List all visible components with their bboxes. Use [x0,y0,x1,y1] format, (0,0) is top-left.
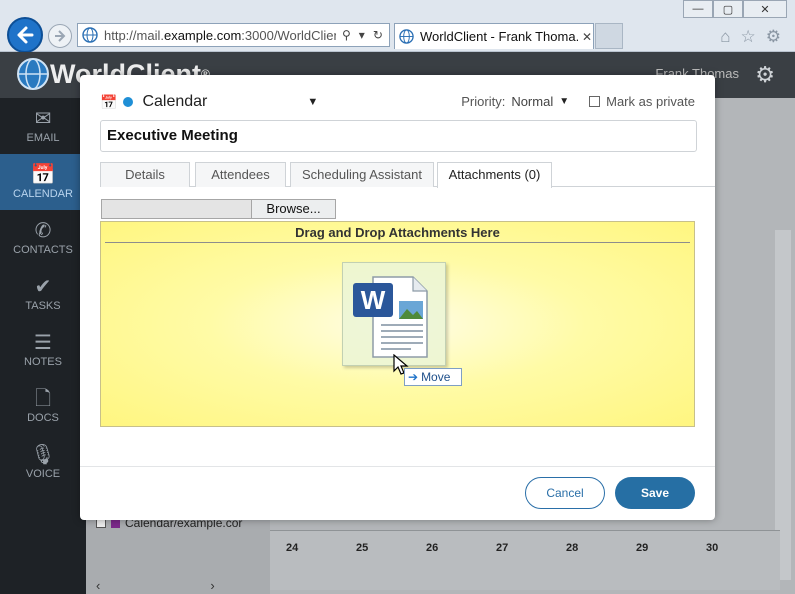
dropdown-icon[interactable]: ▾ [359,28,365,42]
calendar-week-row [270,530,780,590]
priority-select[interactable]: Normal [511,94,553,109]
private-label: Mark as private [606,94,695,109]
calendar-icon: 📅 [30,164,56,186]
move-tooltip: ➔ Move [404,368,462,386]
logo-globe-icon [17,58,49,90]
tab-details[interactable]: Details [100,162,190,187]
file-upload: Browse... [101,199,336,219]
private-checkbox[interactable] [589,96,601,107]
browse-button[interactable]: Browse... [252,199,336,219]
url-text: http://mail.example.com:3000/WorldClient… [104,27,336,43]
browser-chrome: — ▢ ✕ http://mail.example.com:3000/World… [0,0,795,53]
settings-gear-icon[interactable]: ⚙ [766,27,781,47]
notes-list-icon: ☰ [34,332,52,354]
tab-attachments[interactable]: Attachments (0) [437,162,552,188]
favorites-star-icon[interactable]: ☆ [741,27,756,47]
browser-tab[interactable]: WorldClient - Frank Thoma... ✕ [394,23,594,49]
new-tab-button[interactable] [595,23,623,49]
globe-icon [82,27,98,43]
subject-input[interactable]: Executive Meeting [100,120,697,152]
cancel-button[interactable]: Cancel [525,477,605,509]
minimize-button[interactable]: — [683,0,713,18]
day-number[interactable]: 24 [286,542,298,554]
day-number[interactable]: 30 [706,542,718,554]
microphone-icon: 🎙 [30,444,56,466]
tab-close-icon[interactable]: ✕ [582,30,592,44]
envelope-icon: ✉ [34,108,52,130]
file-path-field[interactable] [101,199,252,219]
back-arrow-icon [17,26,34,44]
calendar-selector[interactable]: 📅 Calendar ▼ [100,93,318,111]
refresh-icon[interactable]: ↻ [373,28,383,42]
dialog-footer-divider [80,466,715,467]
dropzone-title: Drag and Drop Attachments Here [105,222,690,243]
attachment-dropzone[interactable]: Drag and Drop Attachments Here W ➔ Move [100,221,695,427]
document-icon: 🗋 [34,388,52,410]
close-window-button[interactable]: ✕ [743,0,787,18]
event-dialog: 📅 Calendar ▼ Priority: Normal ▼ Mark as … [80,75,715,520]
tab-scheduling-assistant[interactable]: Scheduling Assistant [290,162,434,187]
calendar-icon: 📅 [100,93,118,110]
address-bar[interactable]: http://mail.example.com:3000/WorldClient… [77,23,390,47]
nav-contacts[interactable]: ✆ CONTACTS [0,210,86,266]
day-number[interactable]: 27 [496,542,508,554]
nav-voice[interactable]: 🎙 VOICE [0,434,86,490]
nav-email[interactable]: ✉ EMAIL [0,98,86,154]
dialog-tabs: Details Attendees Scheduling Assistant A… [100,162,715,188]
home-icon[interactable]: ⌂ [720,27,730,47]
nav-notes[interactable]: ☰ NOTES [0,322,86,378]
checkmark-icon: ✔ [34,276,52,298]
scroll-left-icon[interactable]: ‹ [96,578,100,593]
caret-down-icon: ▼ [307,96,319,108]
phone-icon: ✆ [34,220,52,242]
dragged-file[interactable]: W [342,262,446,366]
tab-title: WorldClient - Frank Thoma... [420,29,578,44]
forward-button[interactable] [48,24,72,48]
app-settings-gear-icon[interactable]: ⚙ [755,62,775,88]
vertical-scrollbar[interactable] [775,230,791,580]
tab-globe-icon [399,29,414,44]
nav-docs[interactable]: 🗋 DOCS [0,378,86,434]
window-controls: — ▢ ✕ [683,0,787,18]
priority-controls: Priority: Normal ▼ Mark as private [461,94,695,109]
scroll-right-icon[interactable]: › [210,578,214,593]
day-number[interactable]: 26 [426,542,438,554]
nav-calendar[interactable]: 📅 CALENDAR [0,154,86,210]
day-number[interactable]: 29 [636,542,648,554]
move-arrow-icon: ➔ [408,370,419,384]
caret-down-icon[interactable]: ▼ [559,96,569,107]
word-document-icon: W [353,276,428,358]
nav-tasks[interactable]: ✔ TASKS [0,266,86,322]
tab-attendees[interactable]: Attendees [195,162,286,187]
maximize-button[interactable]: ▢ [713,0,743,18]
calendar-color-dot [123,97,134,107]
sidebar: ✉ EMAIL 📅 CALENDAR ✆ CONTACTS ✔ TASKS ☰ … [0,98,86,594]
svg-text:W: W [361,285,386,315]
back-button[interactable] [7,17,43,53]
forward-arrow-icon [55,30,66,42]
save-button[interactable]: Save [615,477,695,509]
day-number[interactable]: 25 [356,542,368,554]
day-number[interactable]: 28 [566,542,578,554]
search-icon[interactable]: ⚲ [342,28,351,42]
